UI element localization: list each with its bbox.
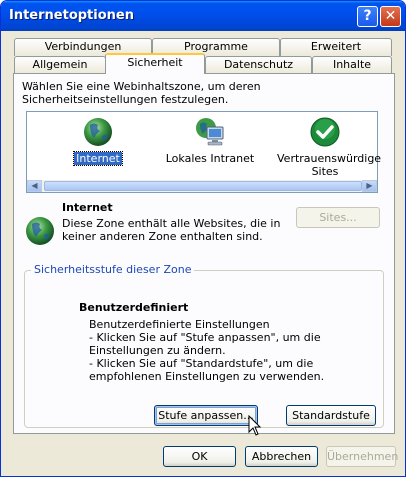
zone-info-title: Internet (62, 201, 113, 214)
group-legend: Sicherheitsstufe dieser Zone (31, 263, 195, 276)
title-bar[interactable]: Internetoptionen ? ✕ (1, 1, 405, 31)
scroll-left-arrow-icon[interactable]: ◀ (27, 180, 42, 192)
security-tab-panel: Wählen Sie eine Webinhaltszone, um deren… (13, 73, 395, 434)
zone-trusted-sites[interactable]: Vertrauenswürdige Sites (277, 116, 381, 178)
scrollbar-thumb[interactable] (44, 181, 362, 191)
zone-horizontal-scrollbar[interactable]: ◀ ▶ (26, 180, 378, 193)
tab-sicherheit[interactable]: Sicherheit (105, 53, 205, 74)
zone-label: Internet (73, 151, 123, 166)
tab-allgemein[interactable]: Allgemein (14, 56, 106, 74)
zone-intro-text: Wählen Sie eine Webinhaltszone, um deren… (22, 80, 261, 106)
internet-options-window: Internetoptionen ? ✕ Verbindungen Progra… (0, 0, 406, 477)
custom-level-button[interactable]: Stufe anpassen... (154, 405, 258, 426)
security-level-title: Benutzerdefiniert (79, 301, 189, 314)
zone-label: Lokales Intranet (165, 152, 255, 165)
help-button[interactable]: ? (357, 6, 378, 27)
cancel-button[interactable]: Abbrechen (245, 446, 318, 467)
close-button[interactable]: ✕ (380, 6, 401, 27)
zone-local-intranet[interactable]: Lokales Intranet (165, 116, 255, 165)
globe-icon (84, 118, 112, 146)
sites-button[interactable]: Sites... (296, 207, 380, 228)
zone-label: Vertrauenswürdige Sites (277, 152, 382, 178)
scroll-right-arrow-icon[interactable]: ▶ (362, 180, 377, 192)
tab-inhalte[interactable]: Inhalte (312, 56, 392, 74)
apply-button[interactable]: Übernehmen (326, 446, 398, 467)
intranet-computer-icon (196, 118, 224, 146)
security-level-description: Benutzerdefinierte Einstellungen - Klick… (89, 318, 379, 383)
security-level-group: Sicherheitsstufe dieser Zone Benutzerdef… (24, 263, 384, 428)
tab-erweitert[interactable]: Erweitert (280, 38, 392, 56)
tab-datenschutz[interactable]: Datenschutz (205, 56, 312, 74)
default-level-button[interactable]: Standardstufe (286, 405, 376, 426)
zone-info-description: Diese Zone enthält alle Websites, die in… (62, 217, 281, 243)
level-desc-line: Benutzerdefinierte Einstellungen (89, 318, 270, 331)
mouse-pointer-icon (248, 415, 262, 436)
globe-icon (26, 217, 54, 245)
ok-button[interactable]: OK (163, 446, 236, 467)
level-desc-line: - Klicken Sie auf "Standardstufe", um di… (89, 357, 325, 383)
window-title: Internetoptionen (9, 8, 134, 23)
level-desc-line: - Klicken Sie auf "Stufe anpassen", um d… (89, 331, 321, 357)
zone-internet[interactable]: Internet (63, 116, 133, 166)
trusted-check-icon (310, 117, 340, 147)
